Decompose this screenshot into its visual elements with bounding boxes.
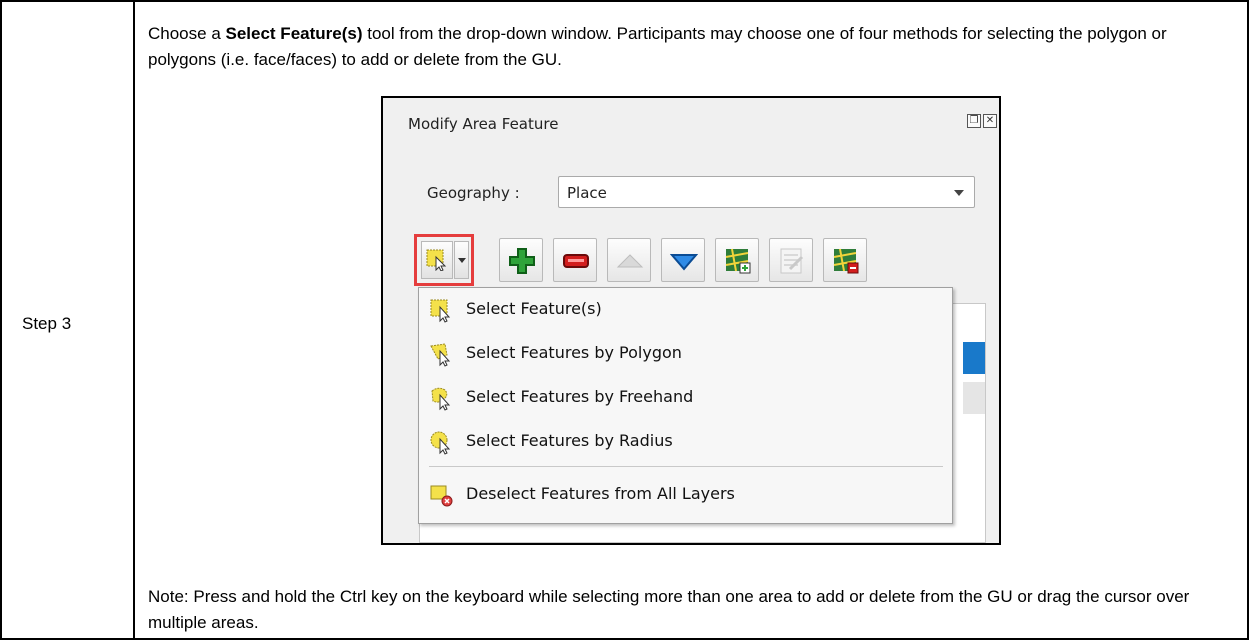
down-arrow-icon — [670, 254, 698, 271]
menu-item-select-by-polygon[interactable]: Select Features by Polygon — [419, 332, 952, 376]
menu-item-select-by-freehand[interactable]: Select Features by Freehand — [419, 376, 952, 420]
map-add-button[interactable] — [715, 238, 759, 282]
menu-item-label: Select Features by Radius — [466, 431, 673, 450]
list-row-selected[interactable] — [963, 342, 985, 374]
menu-item-label: Select Features by Polygon — [466, 343, 682, 362]
table-border-top — [0, 0, 1249, 2]
select-features-button[interactable] — [421, 241, 453, 279]
select-feature-icon — [430, 299, 451, 323]
map-remove-icon — [833, 248, 859, 274]
select-polygon-icon — [430, 343, 451, 367]
deselect-icon — [430, 485, 453, 507]
instruction-bold-tool-name: Select Feature(s) — [225, 24, 363, 43]
step-cell: Step 3 — [0, 0, 134, 640]
restore-icon[interactable]: ❐ — [967, 114, 981, 128]
geography-select[interactable]: Place — [558, 176, 975, 208]
select-freehand-icon — [431, 387, 451, 411]
menu-separator — [429, 466, 943, 467]
instruction-prefix: Choose a — [148, 24, 226, 43]
edit-table-icon — [780, 248, 804, 274]
step-label: Step 3 — [22, 314, 72, 333]
map-remove-button[interactable] — [823, 238, 867, 282]
edit-table-button[interactable] — [769, 238, 813, 282]
add-icon — [509, 248, 535, 274]
instruction-text: Choose a Select Feature(s) tool from the… — [148, 21, 1228, 73]
move-up-button[interactable] — [607, 238, 651, 282]
geography-value: Place — [567, 184, 607, 202]
select-radius-icon — [430, 431, 451, 455]
menu-item-label: Select Features by Freehand — [466, 387, 694, 406]
select-tool-dropdown-menu: Select Feature(s) Select Features by Pol… — [418, 287, 953, 524]
menu-item-select-features[interactable]: Select Feature(s) — [419, 288, 952, 332]
list-row[interactable] — [963, 382, 985, 414]
panel-title: Modify Area Feature — [408, 115, 559, 133]
menu-item-label: Deselect Features from All Layers — [466, 484, 735, 503]
select-dropdown-button[interactable] — [454, 241, 469, 279]
window-buttons: ❐ ✕ — [967, 114, 997, 128]
remove-icon — [563, 254, 589, 268]
move-down-button[interactable] — [661, 238, 705, 282]
up-arrow-icon — [616, 254, 644, 268]
chevron-down-icon — [954, 190, 964, 196]
menu-item-deselect-all[interactable]: Deselect Features from All Layers — [419, 473, 952, 517]
select-tool-highlight — [414, 234, 474, 286]
remove-button[interactable] — [553, 238, 597, 282]
note-text: Note: Press and hold the Ctrl key on the… — [148, 587, 1190, 632]
modify-area-feature-screenshot: Modify Area Feature ❐ ✕ Geography : Plac… — [381, 96, 1001, 545]
select-features-icon — [426, 249, 447, 271]
map-add-icon — [725, 248, 751, 274]
add-button[interactable] — [499, 238, 543, 282]
dropdown-arrow-icon — [458, 258, 466, 263]
geography-label: Geography : — [427, 184, 520, 202]
close-icon[interactable]: ✕ — [983, 114, 997, 128]
menu-item-label: Select Feature(s) — [466, 299, 602, 318]
menu-item-select-by-radius[interactable]: Select Features by Radius — [419, 420, 952, 464]
step-table: Step 3 Choose a Select Feature(s) tool f… — [0, 0, 1249, 640]
